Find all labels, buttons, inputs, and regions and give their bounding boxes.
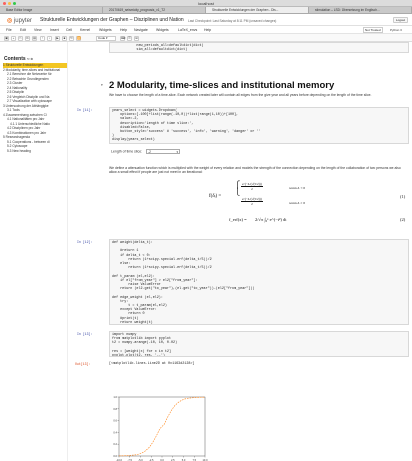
- cell-prompt-1: In [11]:: [77, 108, 93, 112]
- run-icon[interactable]: ▶: [55, 35, 60, 41]
- trusted-badge[interactable]: Not Trusted: [363, 27, 383, 33]
- jupyter-logo-text: jupyter: [13, 18, 32, 24]
- chart-plot-area: [118, 396, 206, 457]
- y-tick-label: 0.4: [113, 430, 117, 434]
- jupyter-logo[interactable]: ◎ jupyter: [7, 17, 32, 24]
- collapse-heading-icon[interactable]: ▾: [101, 83, 103, 87]
- menu-bar: File Edit View Insert Cell Kernel Widget…: [0, 26, 412, 34]
- menu-edit[interactable]: Edit: [20, 28, 26, 32]
- checkpoint-status: Last Checkpoint: Last Saturday at 8:11 P…: [188, 18, 277, 23]
- browser-tab-active[interactable]: Strukturelle Entwicklungen der Graphen -…: [206, 7, 309, 13]
- notebook-title[interactable]: Strukturelle Entwicklungen der Graphen –…: [40, 17, 184, 23]
- dropdown-label: Length of time slice:: [111, 149, 143, 154]
- close-window-icon[interactable]: [3, 2, 6, 5]
- toc-toggle-icon[interactable]: ☰: [127, 35, 132, 41]
- copy-icon[interactable]: ⧉: [25, 35, 30, 41]
- markdown-paragraph-2: We define a attenuation function which i…: [109, 166, 401, 175]
- menu-file[interactable]: File: [6, 28, 12, 32]
- code-line: pyplot.plot(t2, res, '--'): [112, 354, 165, 357]
- code-line: display(years_select): [112, 138, 155, 143]
- equation-lhs-erf: f_erf(x) =: [229, 217, 247, 222]
- toc-heading: Contents ↻ ⚙: [4, 56, 33, 62]
- browser-tab[interactable]: 20170619_seismicity_prognosis_v1_T2: [103, 7, 206, 13]
- keyboard-icon[interactable]: ⌨: [120, 35, 125, 41]
- menu-navigate[interactable]: Navigate: [134, 28, 148, 32]
- code-cell-3[interactable]: import numpy from matplotlib import pyplo…: [109, 331, 409, 357]
- y-tick-label: 1.0: [113, 395, 117, 399]
- equation-brace: ⎧ ⎩: [235, 181, 241, 196]
- equation-case-2-cond: wenn δᵢ ≥ 0: [289, 201, 306, 205]
- move-up-icon[interactable]: ↑: [40, 35, 45, 41]
- equation-number-1: (1): [400, 194, 406, 199]
- erf-line-chart: -10.0 -7.5 -5.0 -2.5 0.0 2.5 5.0 7.5 10.00.00.20…: [113, 395, 208, 461]
- nbextension-icon[interactable]: ⊞: [134, 35, 139, 41]
- browser-tabbar: Base Editor Image 20170619_seismicity_pr…: [0, 7, 412, 14]
- equation-case-1: e^(−δᵢ/(√(5/2))) 2: [241, 182, 263, 191]
- menu-insert[interactable]: Insert: [50, 28, 59, 32]
- code-cell-1[interactable]: years_select = widgets.Dropdown( options…: [109, 107, 409, 144]
- dropdown-widget: Length of time slice: -2 ▾: [111, 149, 181, 154]
- browser-titlebar: localhost: [0, 0, 412, 7]
- output-prompt-3: Out[13]:: [75, 362, 91, 366]
- menu-help-2[interactable]: Help: [204, 28, 211, 32]
- dropdown-value: -2: [148, 150, 151, 154]
- y-tick-label: 0.6: [113, 419, 117, 423]
- toc-refresh-icon[interactable]: ↻ ⚙: [27, 57, 33, 61]
- kernel-name: Python 3: [390, 27, 402, 32]
- time-slice-dropdown[interactable]: -2 ▾: [146, 149, 181, 154]
- jupyter-header: ◎ jupyter Strukturelle Entwicklungen der…: [0, 14, 412, 26]
- move-down-icon[interactable]: ↓: [47, 35, 52, 41]
- browser-tab[interactable]: stimulation – LSD: Übersetzung im Englis…: [309, 7, 412, 13]
- toc-list: 1 Strukturelle Entwicklungen 2 Modularity…: [3, 63, 67, 153]
- y-tick-label: 0.2: [113, 442, 117, 446]
- notebook-toolbar: ▣ + ✂ ⧉ ▤ ↑ ↓ ▶ ■ ↻ ⏩ Code ▾ ⌨ ☰ ⊞: [0, 34, 412, 42]
- minimize-window-icon[interactable]: [8, 2, 11, 5]
- equation-case-1-cond: wenn δᵢ < 0: [289, 186, 306, 190]
- equation-case-2: e^(−δᵢ/(√(5/2))) 2: [241, 197, 263, 206]
- section-heading: 2 Modularity, time-slices and institutio…: [109, 80, 335, 91]
- toc-item[interactable]: 5.3 New heading: [3, 149, 67, 154]
- code-cell-0[interactable]: new_periods_all=defaultdict(dict) sim_al…: [109, 42, 409, 53]
- cell-type-select[interactable]: Code ▾: [96, 35, 116, 41]
- save-icon[interactable]: ▣: [4, 35, 9, 41]
- browser-tab[interactable]: Base Editor Image: [0, 7, 103, 13]
- menu-help[interactable]: Help: [120, 28, 127, 32]
- equation-rhs-erf: 2/√π ∫₀ˣ e^(−t²) dt: [255, 217, 287, 222]
- menu-widgets-2[interactable]: Widgets: [156, 28, 169, 32]
- cell-type-value: Code: [98, 35, 106, 40]
- y-tick-label: 0.8: [113, 407, 117, 411]
- menu-kernel[interactable]: Kernel: [80, 28, 90, 32]
- restart-icon[interactable]: ↻: [69, 35, 74, 41]
- code-line: sim_all=defaultdict(dict): [112, 48, 188, 53]
- chevron-down-icon: ▾: [176, 150, 179, 154]
- toc-heading-text: Contents: [4, 56, 26, 62]
- maximize-window-icon[interactable]: [13, 2, 16, 5]
- notebook-area: new_periods_all=defaultdict(dict) sim_al…: [69, 42, 412, 461]
- code-line: return weight(t): [112, 320, 153, 325]
- logout-button[interactable]: Logout: [393, 17, 408, 23]
- jupyter-logo-icon: ◎: [7, 18, 13, 24]
- cell-prompt-3: In [13]:: [77, 332, 93, 336]
- equation-number-2: (2): [400, 217, 406, 222]
- menu-latex-envs[interactable]: LaTeX_envs: [178, 28, 197, 32]
- output-text-3: [<matplotlib.lines.Line2D at 0x1163d2128…: [109, 362, 195, 366]
- stop-icon[interactable]: ■: [62, 35, 67, 41]
- y-tick-label: 0.0: [113, 454, 117, 458]
- fast-forward-icon[interactable]: ⏩: [76, 35, 81, 41]
- cell-prompt-2: In [12]:: [77, 240, 93, 244]
- code-cell-2[interactable]: def weight(delta_t): #return 1 if delta_…: [109, 239, 409, 325]
- markdown-paragraph-1: We have to choose the length of a time-s…: [109, 93, 372, 97]
- menu-widgets[interactable]: Widgets: [99, 28, 112, 32]
- window-title: localhost: [198, 1, 214, 6]
- toc-sidebar: Contents ↻ ⚙ 1 Strukturelle Entwicklunge…: [0, 42, 68, 461]
- paste-icon[interactable]: ▤: [32, 35, 37, 41]
- menu-view[interactable]: View: [34, 28, 42, 32]
- cut-icon[interactable]: ✂: [18, 35, 23, 41]
- add-cell-icon[interactable]: +: [11, 35, 16, 41]
- equation-lhs-f: f(δᵢ) =: [209, 194, 222, 199]
- menu-cell[interactable]: Cell: [66, 28, 72, 32]
